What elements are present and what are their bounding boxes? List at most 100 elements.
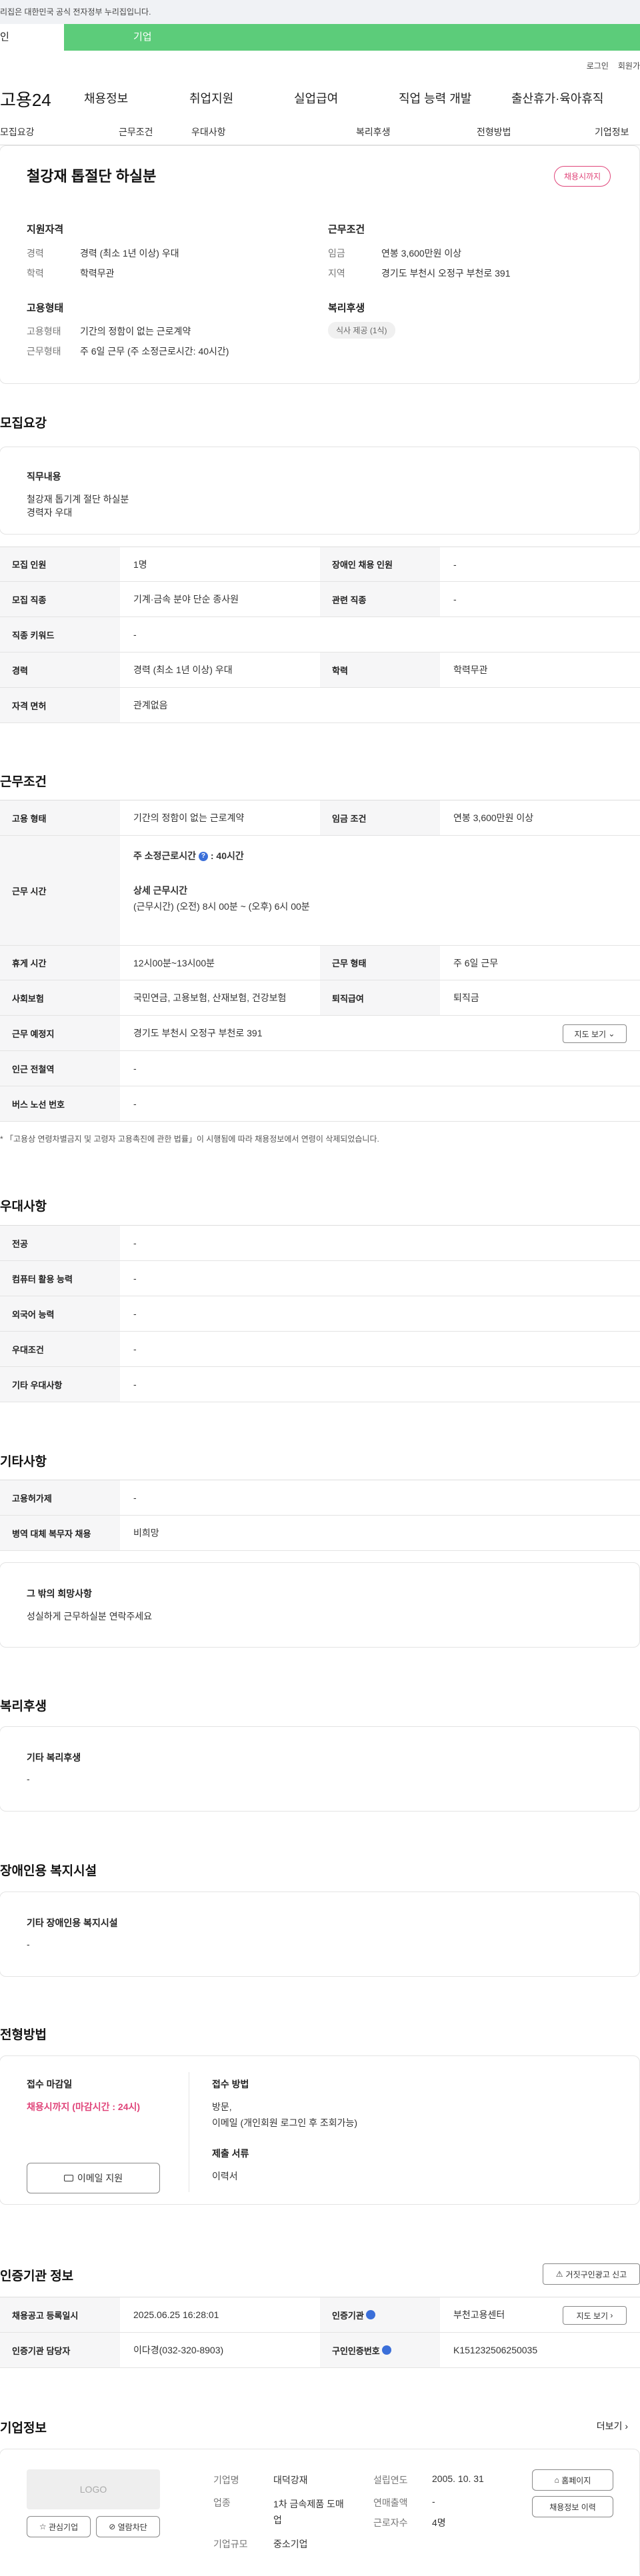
table-row: 기타 우대사항 - <box>0 1367 640 1402</box>
email-apply-button[interactable]: 이메일 지원 <box>27 2163 160 2193</box>
info-icon[interactable] <box>382 2345 392 2355</box>
table-row: 경력 경력 (최소 1년 이상) 우대 학력 학력무관 <box>0 652 640 688</box>
job-history-button[interactable]: 채용정보 이력 <box>532 2496 613 2517</box>
subtab[interactable]: 전형방법 <box>477 125 511 139</box>
table-cell: 관계없음 <box>133 700 168 710</box>
disabled-box-text: - <box>27 1939 30 1949</box>
agency-map-button[interactable]: 지도 보기 › <box>563 2306 627 2325</box>
table-cell: 1명 <box>133 559 147 570</box>
area-value: 경기도 부천시 오정구 부천로 391 <box>381 268 511 279</box>
table-row: 고용 형태 기간의 정함이 없는 근로계약 임금 조건 연봉 3,600만원 이상 <box>0 800 640 836</box>
edu-label: 학력 <box>27 268 44 279</box>
table-cell: 주 소정근로시간 ? : 40시간 상세 근무시간 (근무시간) (오전) 8시… <box>133 850 310 912</box>
table-cell: - <box>133 1063 137 1074</box>
table-row: 채용공고 등록일시 2025.06.25 16:28:01 인증기관 부천고용센터 … <box>0 2297 640 2333</box>
table-cell: 경기도 부천시 오정구 부천로 391 <box>133 1028 263 1038</box>
table-header-cell: 휴게 시간 <box>0 946 120 980</box>
subtab[interactable]: 모집요강 <box>0 125 35 139</box>
login-link[interactable]: 로그인 <box>587 61 609 71</box>
table-header-cell: 인증기관 <box>320 2297 440 2332</box>
gnb-item[interactable]: 채용정보 <box>84 89 128 107</box>
subtab[interactable]: 우대사항 <box>191 125 226 139</box>
table-header-cell: 컴퓨터 활용 능력 <box>0 1261 120 1296</box>
docs-heading: 제출 서류 <box>212 2148 249 2159</box>
emp-type-label: 고용형태 <box>27 326 61 337</box>
docs-value: 이력서 <box>212 2171 238 2181</box>
table-header-cell: 채용공고 등록일시 <box>0 2297 120 2332</box>
duty-line: 철강재 톱기계 절단 하실분 <box>27 494 129 505</box>
subtab[interactable]: 근무조건 <box>119 125 153 139</box>
table-cell: - <box>133 1379 137 1390</box>
map-button[interactable]: 지도 보기 ⌄ <box>563 1024 627 1043</box>
hours-detail-heading: 상세 근무시간 <box>133 885 188 896</box>
table-header-cell: 인근 전철역 <box>0 1051 120 1086</box>
report-button[interactable]: ⚠ 거짓구인광고 신고 <box>543 2263 640 2285</box>
site-logo[interactable]: 고용24 <box>0 87 51 111</box>
etc-title: 기타사항 <box>0 1455 47 1469</box>
gnb-item[interactable]: 취업지원 <box>189 89 233 107</box>
pref-title: 우대사항 <box>0 1200 47 1214</box>
tab-personal[interactable]: 인 <box>0 24 64 51</box>
table-cell: 주 6일 근무 <box>453 957 499 968</box>
block-button[interactable]: ⊘ 열람차단 <box>96 2516 160 2537</box>
tab-company-label: 기업 <box>133 31 152 43</box>
method-heading: 접수 방법 <box>212 2079 249 2089</box>
block-icon: ⊘ <box>109 2522 116 2531</box>
table-row: 우대조건 - <box>0 1332 640 1367</box>
tab-company[interactable]: 기업 <box>64 24 640 51</box>
subtab[interactable]: 복리후생 <box>356 125 391 139</box>
size-value: 중소기업 <box>273 2539 308 2549</box>
select-box: 접수 마감일 채용시까지 (마감시간 : 24시) 이메일 지원 접수 방법 방… <box>0 2055 640 2205</box>
company-name: 대덕강재 <box>273 2475 308 2485</box>
table-header-cell: 모집 인원 <box>0 547 120 581</box>
gov-banner: 리집은 대한민국 공식 전자정부 누리집입니다. <box>0 0 640 24</box>
gnb-item[interactable]: 직업 능력 개발 <box>399 89 471 107</box>
table-row: 병역 대체 복무자 채용 비희망 <box>0 1516 640 1551</box>
recruit-title: 모집요강 <box>0 417 47 431</box>
size-label: 기업규모 <box>213 2539 248 2549</box>
info-icon[interactable]: ? <box>198 852 208 862</box>
gnb-item[interactable]: 출산휴가·육아휴직 <box>511 89 603 107</box>
table-header-cell: 모집 직종 <box>0 582 120 617</box>
area-label: 지역 <box>328 268 345 279</box>
company-card: LOGO ☆ 관심기업 ⊘ 열람차단 기업명 대덕강재 업종 1차 금속제품 도… <box>0 2449 640 2575</box>
table-header-cell: 장애인 채용 인원 <box>320 547 440 581</box>
method-line: 이메일 (개인회원 로그인 후 조회가능) <box>212 2117 358 2128</box>
table-cell: 연봉 3,600만원 이상 <box>453 812 534 823</box>
hours-weekly-value: 40시간 <box>216 850 244 861</box>
table-header-cell: 사회보험 <box>0 980 120 1015</box>
emp-form-label: 근무형태 <box>27 346 61 357</box>
homepage-button[interactable]: ⌂ 홈페이지 <box>532 2469 613 2491</box>
info-icon[interactable] <box>366 2310 376 2319</box>
agency-title: 인증기관 정보 <box>0 2269 74 2283</box>
table-cell: 이다경(032-320-8903) <box>133 2345 224 2355</box>
table-header-cell: 근무 형태 <box>320 946 440 980</box>
home-icon: ⌂ <box>554 2475 559 2485</box>
biz-value: 1차 금속제품 도매업 <box>273 2499 344 2525</box>
benefit-box-text: - <box>27 1774 30 1784</box>
emp-count-label: 근로자수 <box>373 2517 408 2528</box>
year-label: 설립연도 <box>373 2475 408 2485</box>
emp-form-value: 주 6일 근무 (주 소정근로시간: 40시간) <box>80 346 229 357</box>
join-link[interactable]: 회원가 <box>618 61 640 71</box>
work-title: 근무조건 <box>0 775 47 789</box>
status-badge: 채용시까지 <box>554 166 611 187</box>
more-link[interactable]: 더보기 › <box>597 2419 628 2433</box>
table-cell: 학력무관 <box>453 664 488 675</box>
career-value: 경력 (최소 1년 이상) 우대 <box>80 248 179 259</box>
disabled-box-heading: 기타 장애인용 복지시설 <box>27 1918 118 1928</box>
gnb-item[interactable]: 실업급여 <box>294 89 338 107</box>
table-row: 컴퓨터 활용 능력 - <box>0 1261 640 1296</box>
table-row: 인증기관 담당자 이다경(032-320-8903) 구인인증번호 K1512325… <box>0 2333 640 2368</box>
table-cell: 퇴직금 <box>453 992 479 1003</box>
table-header-cell: 고용 형태 <box>0 800 120 835</box>
company-logo: LOGO <box>27 2469 160 2509</box>
fav-company-button[interactable]: ☆ 관심기업 <box>27 2516 91 2537</box>
table-row: 휴게 시간 12시00분~13시00분 근무 형태 주 6일 근무 <box>0 946 640 980</box>
table-cell: - <box>133 629 137 640</box>
disabled-box: 기타 장애인용 복지시설 - <box>0 1892 640 1977</box>
table-header-cell: 퇴직급여 <box>320 980 440 1015</box>
benefit-box-heading: 기타 복리후생 <box>27 1752 81 1763</box>
subtab[interactable]: 기업정보 <box>595 125 629 139</box>
table-cell: - <box>133 1492 137 1503</box>
